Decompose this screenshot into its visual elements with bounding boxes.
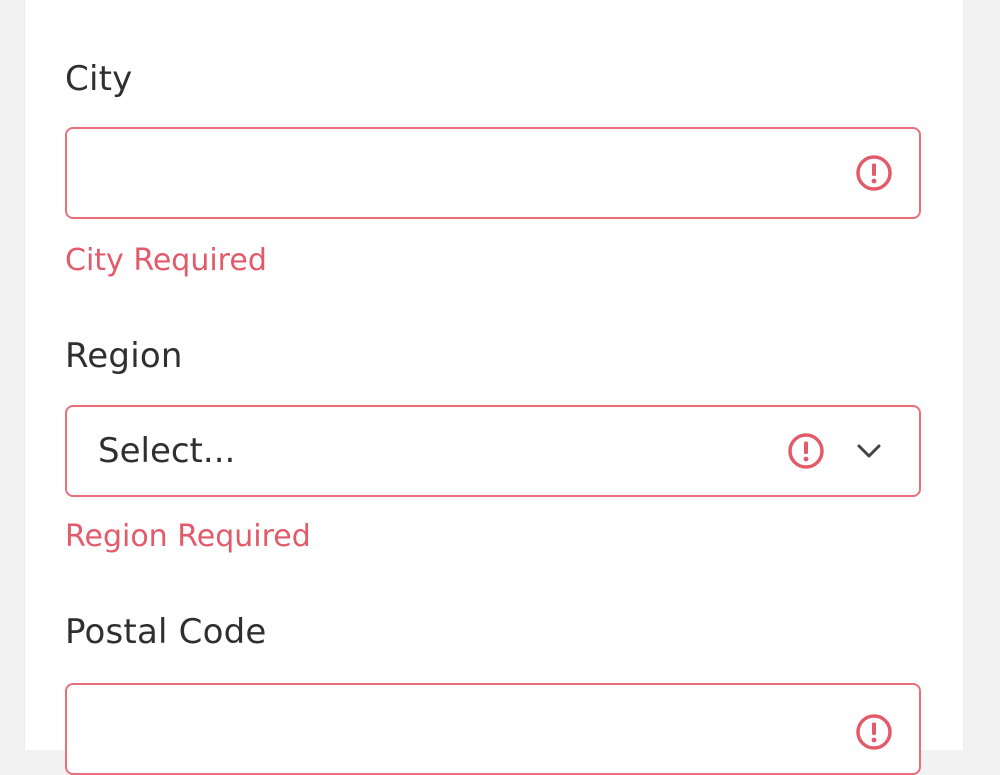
postal-code-input[interactable] xyxy=(65,683,921,775)
city-input[interactable] xyxy=(65,127,921,219)
exclamation-circle-icon xyxy=(788,433,824,469)
postal-code-label: Postal Code xyxy=(65,612,267,652)
city-label: City xyxy=(65,59,133,99)
exclamation-circle-icon xyxy=(856,155,892,191)
region-select[interactable]: Select... xyxy=(65,405,921,497)
chevron-down-icon[interactable] xyxy=(855,437,883,465)
region-error-message: Region Required xyxy=(65,519,311,554)
region-select-placeholder: Select... xyxy=(98,431,236,471)
address-form-panel: City City Required Region Select... Regi… xyxy=(24,0,964,775)
city-error-message: City Required xyxy=(65,243,267,278)
exclamation-circle-icon xyxy=(856,714,892,750)
region-label: Region xyxy=(65,336,183,376)
